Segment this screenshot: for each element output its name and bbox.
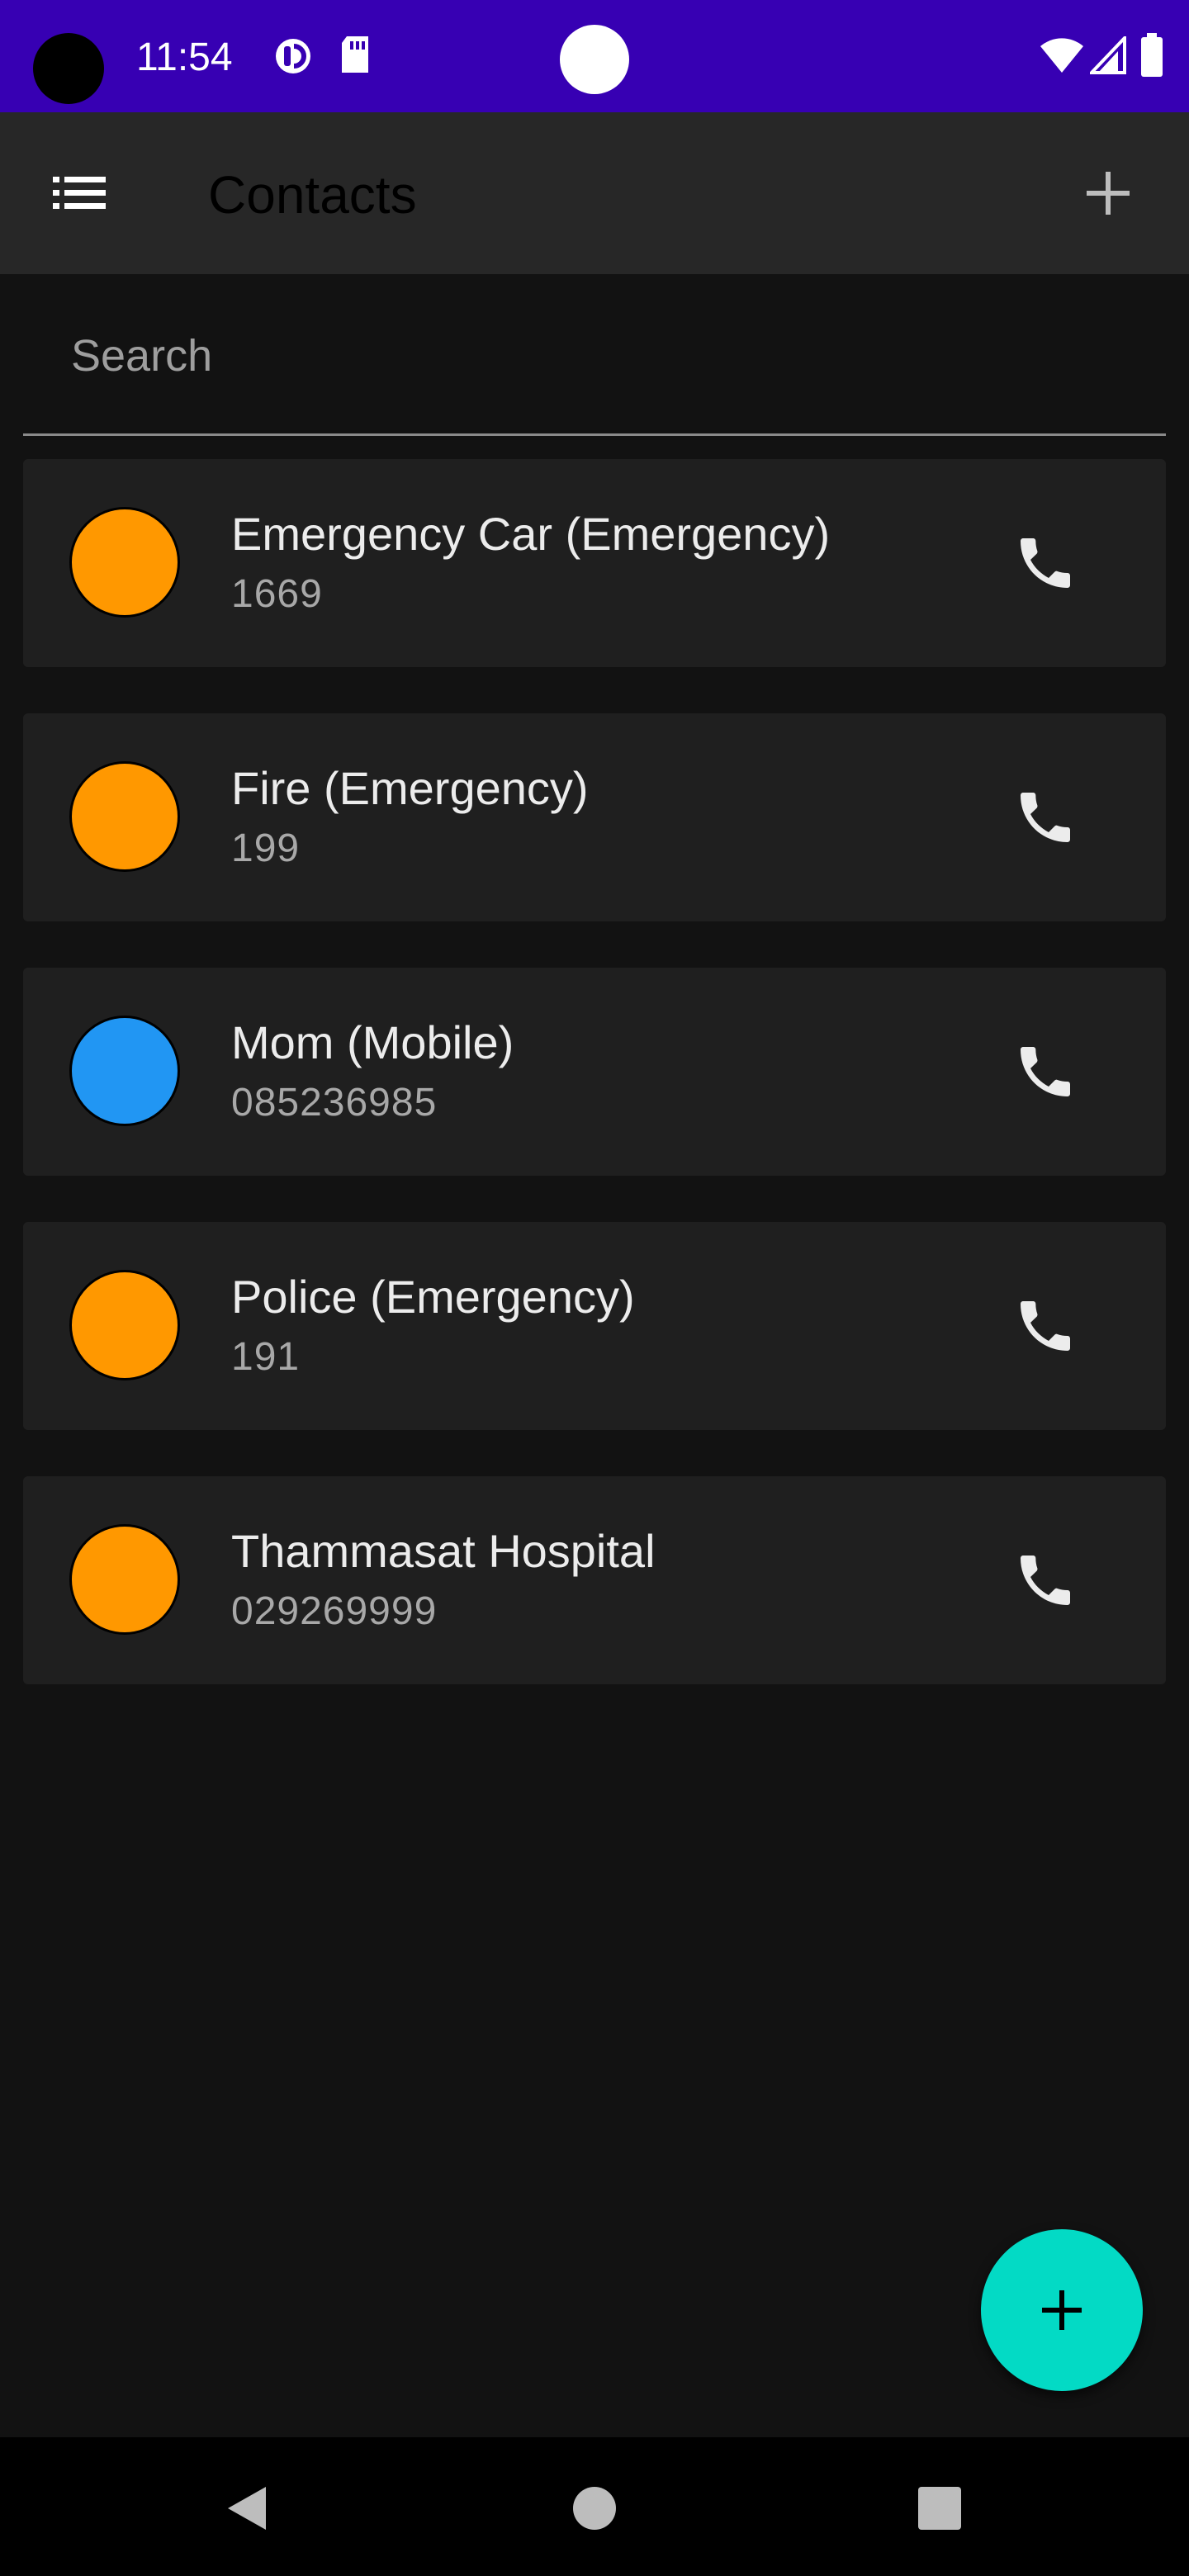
contact-name: Police (Emergency)	[231, 1271, 635, 1323]
battery-icon	[1141, 33, 1163, 77]
contact-name: Emergency Car (Emergency)	[231, 508, 831, 560]
status-bar: 11:54	[0, 0, 1189, 112]
home-icon[interactable]	[570, 2484, 619, 2533]
plus-icon[interactable]	[1082, 167, 1135, 220]
contact-name: Thammasat Hospital	[231, 1525, 656, 1577]
status-center-dot	[560, 25, 629, 94]
contact-card[interactable]: Emergency Car (Emergency) 1669	[23, 459, 1166, 667]
signal-icon	[1090, 36, 1126, 74]
contact-card[interactable]: Thammasat Hospital 029269999	[23, 1476, 1166, 1684]
contact-list: Emergency Car (Emergency) 1669 Fire (Eme…	[23, 459, 1166, 1731]
avatar	[69, 1270, 180, 1380]
contact-name: Fire (Emergency)	[231, 762, 589, 814]
system-nav-bar	[0, 2437, 1189, 2576]
page-title: Contacts	[208, 165, 417, 225]
phone-icon[interactable]	[1012, 530, 1078, 596]
camera-cutout	[33, 33, 104, 104]
contact-number: 085236985	[231, 1081, 438, 1125]
contact-number: 191	[231, 1335, 301, 1379]
contact-number: 029269999	[231, 1589, 438, 1633]
sd-card-icon	[342, 36, 368, 73]
plus-icon	[1042, 2290, 1082, 2330]
wifi-icon	[1040, 38, 1083, 73]
avatar	[69, 1524, 180, 1635]
app-toolbar: Contacts	[0, 112, 1189, 274]
contact-card[interactable]: Police (Emergency) 191	[23, 1222, 1166, 1430]
recents-icon[interactable]	[915, 2484, 964, 2533]
avatar	[69, 1016, 180, 1126]
back-icon[interactable]	[223, 2484, 272, 2533]
phone-icon[interactable]	[1012, 1547, 1078, 1613]
contact-card[interactable]: Mom (Mobile) 085236985	[23, 968, 1166, 1176]
contact-card[interactable]: Fire (Emergency) 199	[23, 713, 1166, 921]
contact-name: Mom (Mobile)	[231, 1016, 514, 1068]
avatar	[69, 507, 180, 618]
search-field	[23, 274, 1166, 436]
phone-icon[interactable]	[1012, 1293, 1078, 1359]
status-time: 11:54	[136, 36, 233, 79]
list-menu-icon[interactable]	[50, 172, 109, 215]
add-contact-fab[interactable]	[981, 2229, 1143, 2391]
search-input[interactable]	[69, 322, 1097, 390]
data-saver-icon	[276, 39, 310, 73]
phone-icon[interactable]	[1012, 784, 1078, 850]
phone-icon[interactable]	[1012, 1039, 1078, 1105]
contact-number: 1669	[231, 572, 323, 616]
avatar	[69, 761, 180, 872]
contact-number: 199	[231, 826, 301, 870]
